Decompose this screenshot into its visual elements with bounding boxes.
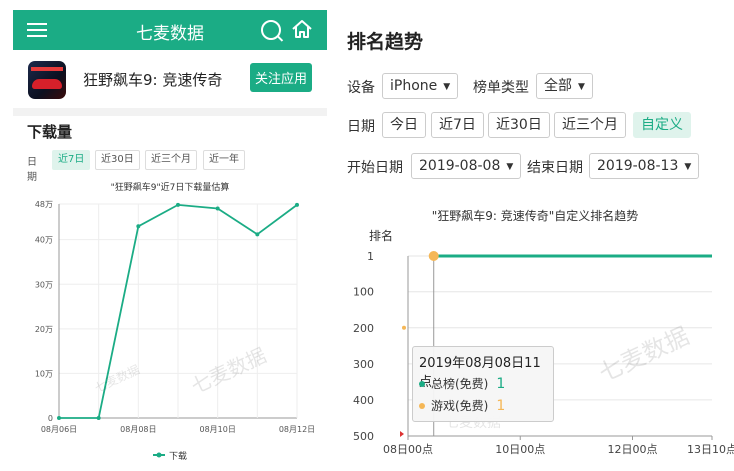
date-chip-3m[interactable]: 近三个月 <box>554 112 626 138</box>
x-tick-label: 08日00点 <box>383 443 433 456</box>
y-tick-label: 40万 <box>35 236 53 245</box>
device-select[interactable]: iPhone ▼ <box>382 73 459 99</box>
tooltip-row-games: 游戏(免费) 1 <box>419 397 505 414</box>
tooltip-row-total: 总榜(免费) 1 <box>419 375 505 392</box>
tooltip-games-label: 游戏(免费) <box>431 399 489 413</box>
x-tick-label: 13日10点 <box>687 443 734 456</box>
end-date-value: 2019-08-13 <box>597 158 679 174</box>
data-point <box>215 206 220 211</box>
chevron-down-icon: ▼ <box>443 82 451 92</box>
data-point <box>295 202 299 207</box>
y-tick-label: 0 <box>48 414 53 423</box>
date-chip-30d[interactable]: 近30日 <box>488 112 550 138</box>
tooltip-total-value: 1 <box>496 376 506 392</box>
start-date-value: 2019-08-08 <box>419 158 501 174</box>
tooltip-games-value: 1 <box>496 398 506 414</box>
y-axis-label: 排名 <box>369 228 393 243</box>
date-chip-today[interactable]: 今日 <box>382 112 426 138</box>
end-date-select[interactable]: 2019-08-13 ▼ <box>589 153 700 179</box>
filter-1y[interactable]: 近一年 <box>203 150 245 170</box>
chart-title: "狂野飙车9: 竞速传奇"自定义排名趋势 <box>432 208 639 223</box>
outlier-point <box>402 325 406 330</box>
rank-trend-title: 排名趋势 <box>347 31 424 53</box>
y-tick-label: 10万 <box>35 369 53 378</box>
x-tick-label: 10日00点 <box>495 443 545 456</box>
filter-7d[interactable]: 近7日 <box>52 150 91 170</box>
x-tick-label: 08月08日 <box>120 425 156 434</box>
x-tick-label: 12日00点 <box>607 443 657 456</box>
app-detail-panel: 七麦数据 狂野飙车9: 竞速传奇 关注应用 下载量 日期 近7日 近30日 近三… <box>13 0 327 471</box>
data-point <box>136 224 141 229</box>
chart-type-label: 榜单类型 <box>473 80 529 96</box>
x-tick-label: 08月06日 <box>41 425 77 434</box>
y-tick-label: 100 <box>353 286 374 299</box>
green-dot-icon <box>419 381 425 387</box>
data-point <box>176 202 180 207</box>
date-chip-7d[interactable]: 近7日 <box>431 112 484 138</box>
start-date-label: 开始日期 <box>347 160 403 176</box>
y-tick-label: 500 <box>353 430 374 443</box>
chevron-down-icon: ▼ <box>506 162 514 172</box>
chart-type-value: 全部 <box>544 78 572 94</box>
axis-marker-icon <box>400 431 404 437</box>
start-date-select[interactable]: 2019-08-08 ▼ <box>411 153 522 179</box>
y-tick-label: 200 <box>353 322 374 335</box>
app-header: 狂野飙车9: 竞速传奇 关注应用 <box>13 52 327 107</box>
legend-dot <box>156 452 162 458</box>
date-chip-custom[interactable]: 自定义 <box>633 112 691 138</box>
date-label: 日期 <box>347 119 375 135</box>
data-point <box>96 416 101 420</box>
y-tick-label: 20万 <box>35 325 53 334</box>
device-value: iPhone <box>390 78 438 94</box>
end-date-label: 结束日期 <box>527 160 583 176</box>
app-name: 狂野飙车9: 竞速传奇 <box>83 71 223 89</box>
y-tick-label: 300 <box>353 358 374 371</box>
x-tick-label: 08月12日 <box>279 425 315 434</box>
chart-title: "狂野飙车9"近7日下载量估算 <box>111 181 230 193</box>
y-tick-label: 400 <box>353 394 374 407</box>
downloads-title: 下载量 <box>27 123 73 141</box>
orange-dot-icon <box>419 403 425 409</box>
data-point <box>255 232 260 237</box>
top-navbar: 七麦数据 <box>13 10 327 50</box>
search-icon[interactable] <box>261 20 281 40</box>
downloads-chart: "狂野飙车9"近7日下载量估算 0 10万 20万 30万 40万 48万 08月06日 08月… <box>35 181 315 462</box>
hover-point <box>428 251 439 261</box>
legend-label: 下载 <box>169 450 187 462</box>
y-tick-label: 1 <box>367 250 374 263</box>
chevron-down-icon: ▼ <box>578 82 585 92</box>
tooltip-total-label: 总榜(免费) <box>431 377 489 391</box>
chart-tooltip: 2019年08月08日11点 总榜(免费) 1 游戏(免费) 1 <box>412 346 554 422</box>
section-divider <box>13 108 327 116</box>
x-tick-label: 08月10日 <box>199 425 235 434</box>
data-point <box>57 416 61 420</box>
app-icon <box>28 61 66 99</box>
follow-app-button[interactable]: 关注应用 <box>250 63 312 92</box>
home-icon[interactable] <box>291 18 313 40</box>
chevron-down-icon: ▼ <box>684 162 692 172</box>
y-tick-label: 30万 <box>35 280 53 289</box>
chart-type-select[interactable]: 全部 ▼ <box>536 73 593 99</box>
rank-trend-panel: 排名趋势 设备 iPhone ▼ 榜单类型 全部 ▼ 日期 今日 近7日 近30日 … <box>345 0 734 471</box>
device-label: 设备 <box>347 80 375 96</box>
filter-30d[interactable]: 近30日 <box>95 150 140 170</box>
y-tick-label: 48万 <box>35 200 53 209</box>
filter-3m[interactable]: 近三个月 <box>145 150 197 170</box>
